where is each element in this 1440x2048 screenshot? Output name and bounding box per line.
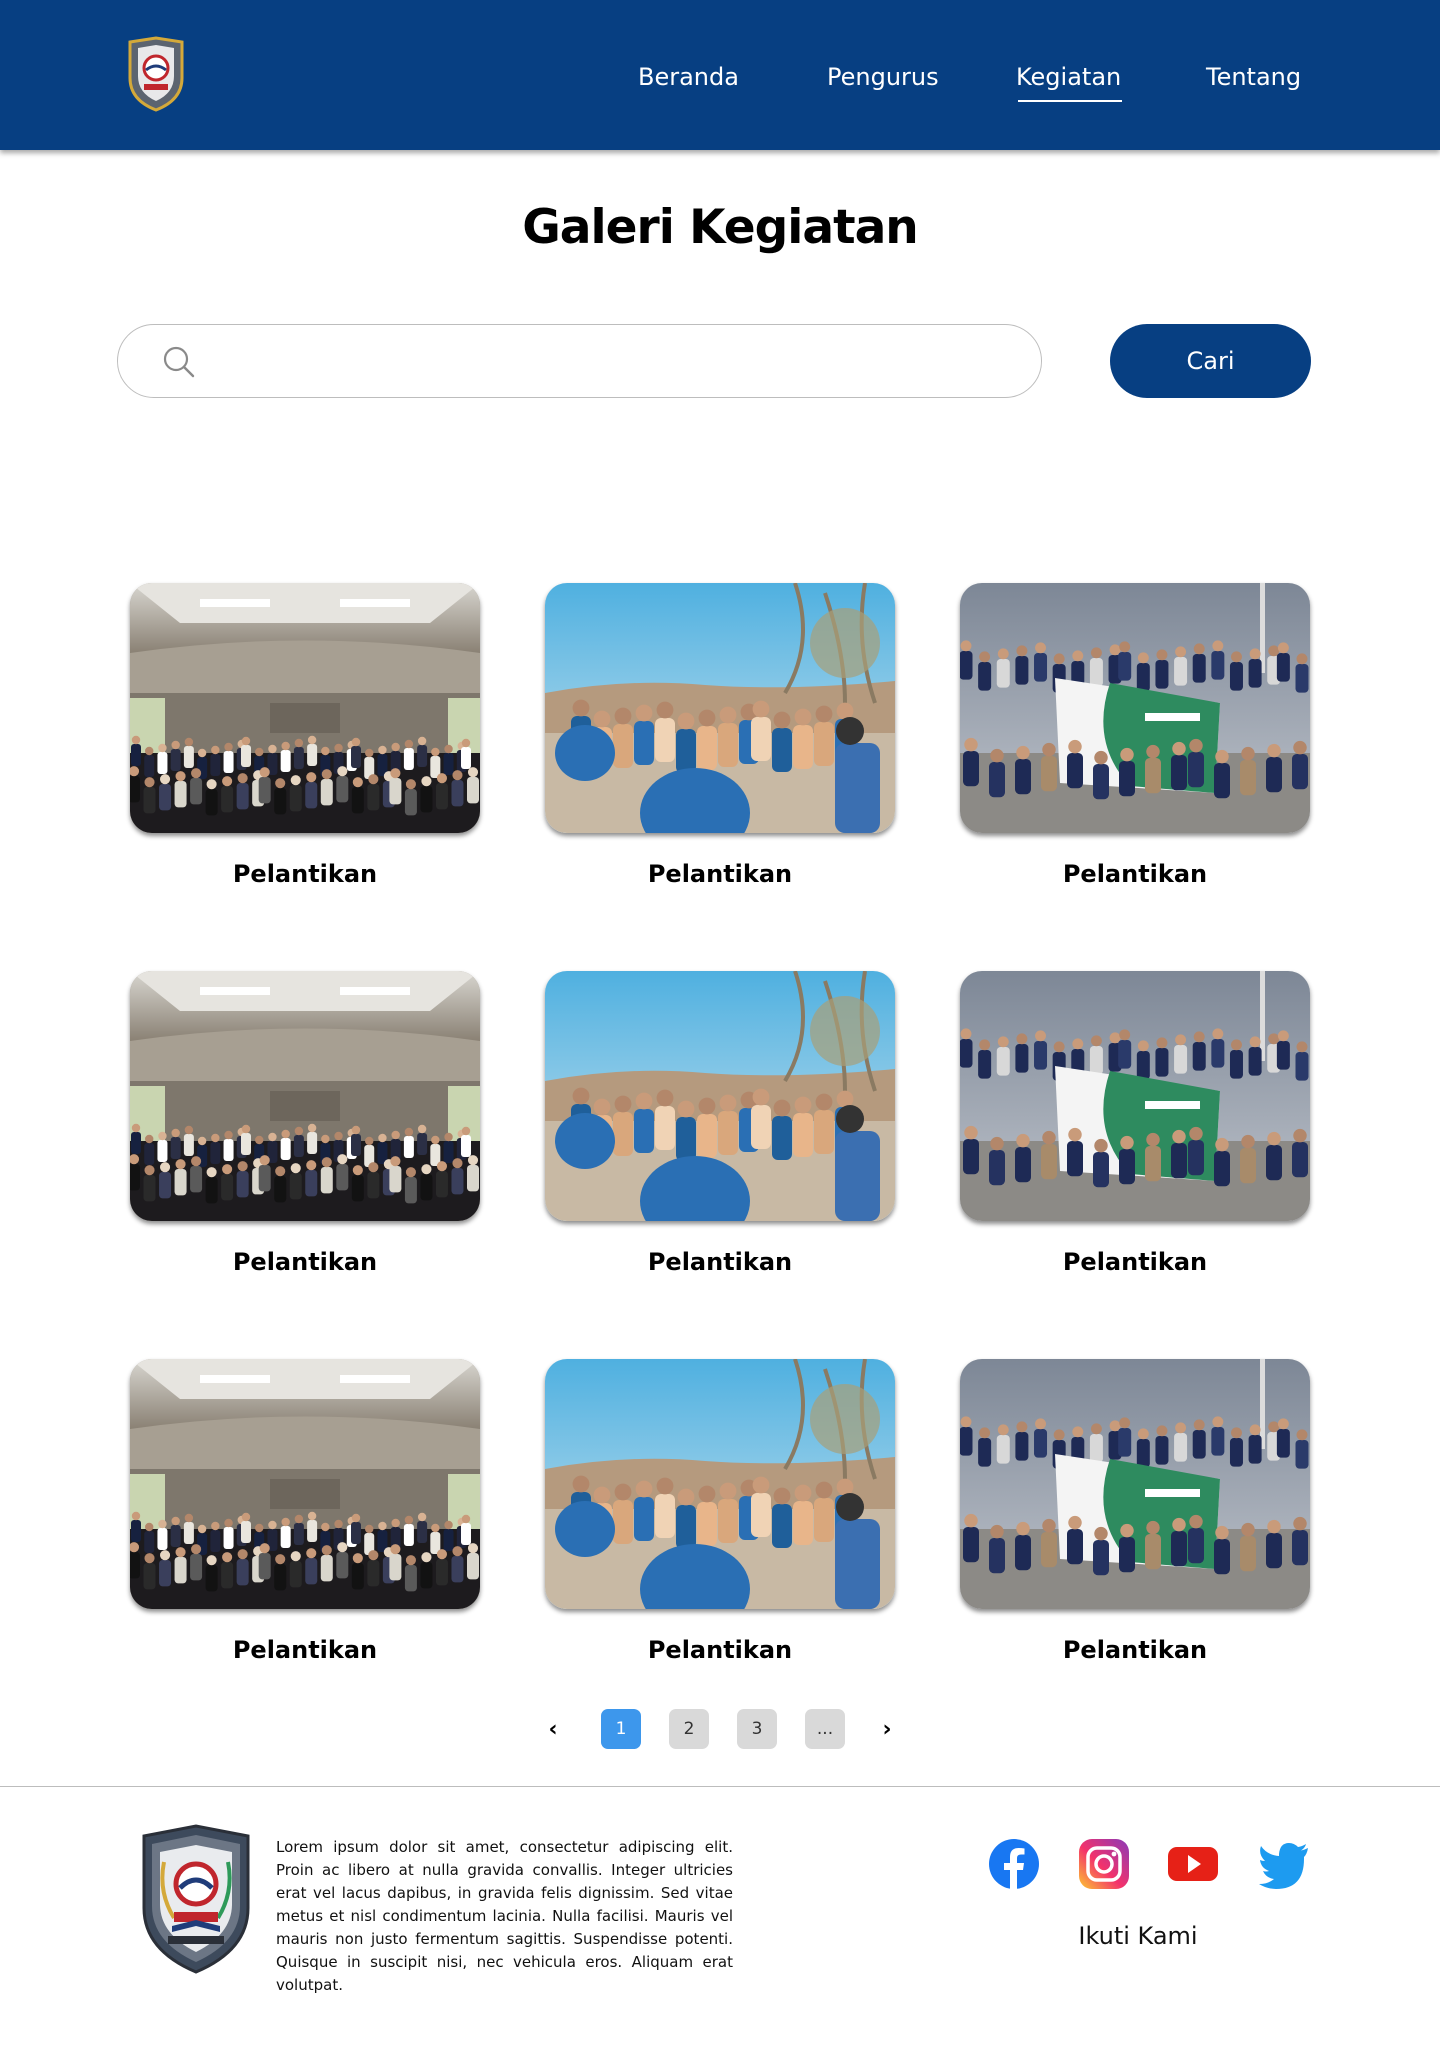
gallery-card[interactable]: Pelantikan bbox=[130, 583, 480, 893]
gallery-caption: Pelantikan bbox=[647, 1636, 793, 1664]
footer-divider bbox=[0, 1786, 1440, 1787]
top-navbar: Beranda Pengurus Kegiatan Tentang bbox=[0, 0, 1440, 150]
search-bar[interactable] bbox=[117, 324, 1042, 398]
nav-beranda[interactable]: Beranda bbox=[638, 63, 739, 91]
gallery-caption: Pelantikan bbox=[1062, 1636, 1208, 1664]
gallery-caption: Pelantikan bbox=[1062, 1248, 1208, 1276]
gallery-card[interactable]: Pelantikan bbox=[545, 971, 895, 1281]
page-button-more[interactable]: ... bbox=[805, 1709, 845, 1749]
beach-activity-photo[interactable] bbox=[545, 1359, 895, 1609]
gallery-caption: Pelantikan bbox=[232, 1248, 378, 1276]
facebook-link[interactable] bbox=[988, 1838, 1040, 1890]
instagram-icon bbox=[1078, 1838, 1130, 1890]
page-button-1[interactable]: 1 bbox=[601, 1709, 641, 1749]
twitter-icon bbox=[1258, 1838, 1310, 1890]
instagram-link[interactable] bbox=[1078, 1838, 1130, 1890]
search-input[interactable] bbox=[218, 341, 1008, 383]
beach-activity-photo[interactable] bbox=[545, 583, 895, 833]
gallery-card[interactable]: Pelantikan bbox=[960, 1359, 1310, 1669]
facebook-icon bbox=[988, 1838, 1040, 1890]
banner-group-photo[interactable] bbox=[960, 971, 1310, 1221]
gallery-card[interactable]: Pelantikan bbox=[545, 1359, 895, 1669]
beach-activity-photo[interactable] bbox=[545, 971, 895, 1221]
gallery-caption: Pelantikan bbox=[232, 1636, 378, 1664]
gallery-caption: Pelantikan bbox=[1062, 860, 1208, 888]
gallery-caption: Pelantikan bbox=[647, 860, 793, 888]
next-page-button[interactable]: › bbox=[872, 1709, 902, 1749]
banner-group-photo[interactable] bbox=[960, 583, 1310, 833]
banner-group-photo[interactable] bbox=[960, 1359, 1310, 1609]
twitter-link[interactable] bbox=[1258, 1838, 1310, 1890]
hall-group-photo[interactable] bbox=[130, 583, 480, 833]
follow-us-label: Ikuti Kami bbox=[1078, 1922, 1198, 1950]
search-button[interactable]: Cari bbox=[1110, 324, 1311, 398]
gallery-card[interactable]: Pelantikan bbox=[545, 583, 895, 893]
page-button-2[interactable]: 2 bbox=[669, 1709, 709, 1749]
pagination: ‹ 1 2 3 ... › bbox=[0, 1709, 1440, 1749]
nav-pengurus[interactable]: Pengurus bbox=[827, 63, 939, 91]
main-navigation: Beranda Pengurus Kegiatan Tentang bbox=[0, 63, 1440, 103]
footer-organization-logo bbox=[134, 1822, 258, 1974]
nav-kegiatan[interactable]: Kegiatan bbox=[1016, 63, 1121, 91]
page-title: Galeri Kegiatan bbox=[522, 200, 919, 255]
gallery-caption: Pelantikan bbox=[647, 1248, 793, 1276]
search-icon bbox=[162, 345, 196, 379]
prev-page-button[interactable]: ‹ bbox=[538, 1709, 568, 1749]
footer-description: Lorem ipsum dolor sit amet, consectetur … bbox=[276, 1838, 733, 1994]
gallery-card[interactable]: Pelantikan bbox=[960, 583, 1310, 893]
hall-group-photo[interactable] bbox=[130, 1359, 480, 1609]
gallery-card[interactable]: Pelantikan bbox=[130, 1359, 480, 1669]
page-button-3[interactable]: 3 bbox=[737, 1709, 777, 1749]
gallery-card[interactable]: Pelantikan bbox=[960, 971, 1310, 1281]
youtube-icon bbox=[1167, 1838, 1219, 1890]
nav-tentang[interactable]: Tentang bbox=[1206, 63, 1301, 91]
gallery-card[interactable]: Pelantikan bbox=[130, 971, 480, 1281]
gallery-caption: Pelantikan bbox=[232, 860, 378, 888]
active-nav-indicator bbox=[1018, 100, 1122, 102]
youtube-link[interactable] bbox=[1167, 1838, 1219, 1890]
hall-group-photo[interactable] bbox=[130, 971, 480, 1221]
